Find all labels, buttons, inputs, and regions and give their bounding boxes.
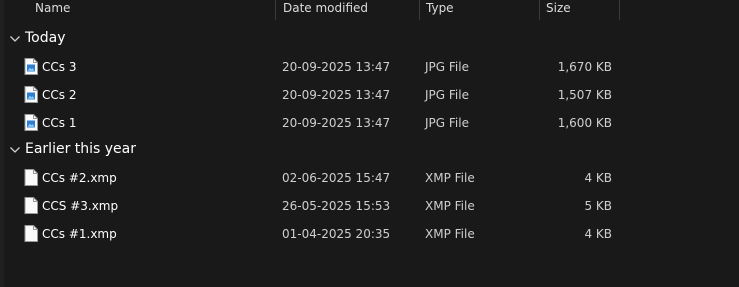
file-size: 5 KB	[584, 199, 612, 213]
column-header-date-modified[interactable]: Date modified	[283, 0, 368, 20]
file-name: CCS #3.xmp	[42, 199, 119, 213]
jpg-file-icon	[24, 58, 38, 75]
file-type: JPG File	[425, 60, 469, 74]
file-size: 4 KB	[584, 227, 612, 241]
column-resize-handle[interactable]	[419, 0, 420, 20]
file-row[interactable]: CCs #1.xmp 01-04-2025 20:35 XMP File 4 K…	[4, 220, 739, 248]
file-row[interactable]: CCs 1 20-09-2025 13:47 JPG File 1,600 KB	[4, 109, 739, 137]
file-name: CCs 2	[42, 88, 77, 102]
column-header-bar: Name Date modified Type Size	[0, 0, 739, 20]
file-row[interactable]: CCs 3 20-09-2025 13:47 JPG File 1,670 KB	[4, 53, 739, 81]
file-type: JPG File	[425, 88, 469, 102]
column-resize-handle[interactable]	[539, 0, 540, 20]
xmp-file-icon	[24, 225, 38, 242]
file-name: CCs 1	[42, 116, 77, 130]
xmp-file-icon	[24, 197, 38, 214]
column-header-name[interactable]: Name	[35, 0, 70, 20]
group-label: Today	[25, 30, 66, 46]
file-type: XMP File	[425, 199, 475, 213]
file-date-modified: 20-09-2025 13:47	[282, 60, 391, 74]
file-date-modified: 26-05-2025 15:53	[282, 199, 391, 213]
file-row[interactable]: CCs #2.xmp 02-06-2025 15:47 XMP File 4 K…	[4, 164, 739, 192]
file-row[interactable]: CCs 2 20-09-2025 13:47 JPG File 1,507 KB	[4, 81, 739, 109]
column-resize-handle[interactable]	[619, 0, 620, 20]
file-size: 1,670 KB	[557, 60, 612, 74]
file-size: 1,507 KB	[557, 88, 612, 102]
file-name: CCs #1.xmp	[42, 227, 117, 241]
group-header-earlier-this-year[interactable]: Earlier this year	[0, 138, 739, 162]
group-label: Earlier this year	[25, 141, 137, 157]
xmp-file-icon	[24, 169, 38, 186]
column-resize-handle[interactable]	[275, 0, 276, 20]
chevron-down-icon[interactable]	[8, 32, 22, 46]
file-size: 4 KB	[584, 171, 612, 185]
file-row[interactable]: CCS #3.xmp 26-05-2025 15:53 XMP File 5 K…	[4, 192, 739, 220]
column-header-type[interactable]: Type	[426, 0, 454, 20]
jpg-file-icon	[24, 114, 38, 131]
file-name: CCs #2.xmp	[42, 171, 117, 185]
file-size: 1,600 KB	[557, 116, 612, 130]
file-date-modified: 20-09-2025 13:47	[282, 116, 391, 130]
file-name: CCs 3	[42, 60, 77, 74]
file-date-modified: 20-09-2025 13:47	[282, 88, 391, 102]
file-type: XMP File	[425, 171, 475, 185]
group-header-today[interactable]: Today	[0, 27, 739, 51]
chevron-down-icon[interactable]	[8, 143, 22, 157]
column-header-size[interactable]: Size	[546, 0, 571, 20]
file-type: JPG File	[425, 116, 469, 130]
file-type: XMP File	[425, 227, 475, 241]
file-date-modified: 02-06-2025 15:47	[282, 171, 391, 185]
jpg-file-icon	[24, 86, 38, 103]
file-date-modified: 01-04-2025 20:35	[282, 227, 391, 241]
